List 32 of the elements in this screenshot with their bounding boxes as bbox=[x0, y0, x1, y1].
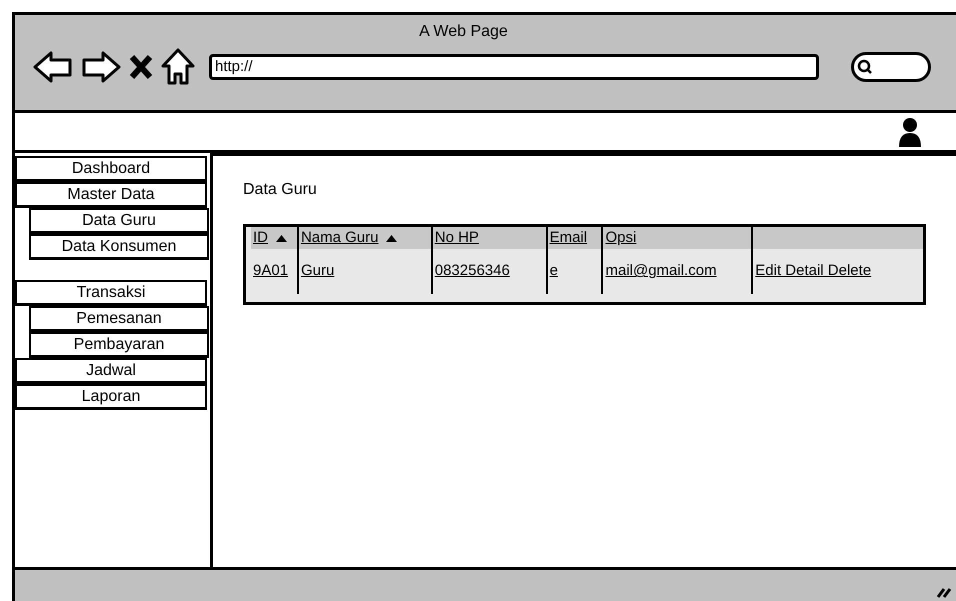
table-cell[interactable]: e bbox=[550, 260, 558, 283]
close-icon[interactable] bbox=[129, 54, 153, 80]
window-title: A Web Page bbox=[419, 22, 508, 42]
table-cell[interactable]: Edit Detail Delete bbox=[755, 260, 872, 283]
search-field[interactable] bbox=[851, 52, 931, 82]
nav-item[interactable]: Dashboard bbox=[15, 156, 207, 182]
table-cell[interactable]: mail@gmail.com bbox=[605, 260, 717, 283]
address-field[interactable]: http:// bbox=[209, 54, 819, 80]
nav-item[interactable]: Data Guru bbox=[29, 208, 209, 234]
page-title: Data Guru bbox=[243, 180, 318, 200]
column-header[interactable]: ID bbox=[253, 226, 268, 250]
nav-item[interactable]: Transaksi bbox=[15, 280, 207, 306]
sort-ascending-icon bbox=[386, 234, 398, 242]
nav-item[interactable]: Laporan bbox=[15, 384, 207, 410]
nav-item[interactable]: Data Konsumen bbox=[29, 234, 209, 260]
forward-icon[interactable] bbox=[81, 50, 121, 84]
nav-item[interactable]: Pembayaran bbox=[29, 332, 209, 358]
column-header[interactable]: Nama Guru bbox=[300, 226, 378, 250]
home-icon[interactable] bbox=[161, 48, 195, 86]
back-icon[interactable] bbox=[33, 50, 73, 84]
table-cell[interactable]: 083256346 bbox=[434, 260, 510, 283]
nav-item[interactable]: Master Data bbox=[15, 182, 207, 208]
column-header[interactable]: Opsi bbox=[605, 226, 636, 250]
nav-item[interactable]: Pemesanan bbox=[29, 306, 209, 332]
table-cell[interactable]: 9A01 bbox=[253, 260, 288, 283]
search-icon bbox=[857, 59, 873, 75]
sort-ascending-icon bbox=[276, 234, 287, 242]
column-header[interactable]: Email bbox=[550, 226, 588, 250]
table-cell[interactable]: Guru bbox=[300, 260, 334, 283]
user-icon[interactable] bbox=[898, 116, 922, 146]
nav-item[interactable]: Jadwal bbox=[15, 358, 207, 384]
column-header[interactable]: No HP bbox=[434, 226, 479, 250]
